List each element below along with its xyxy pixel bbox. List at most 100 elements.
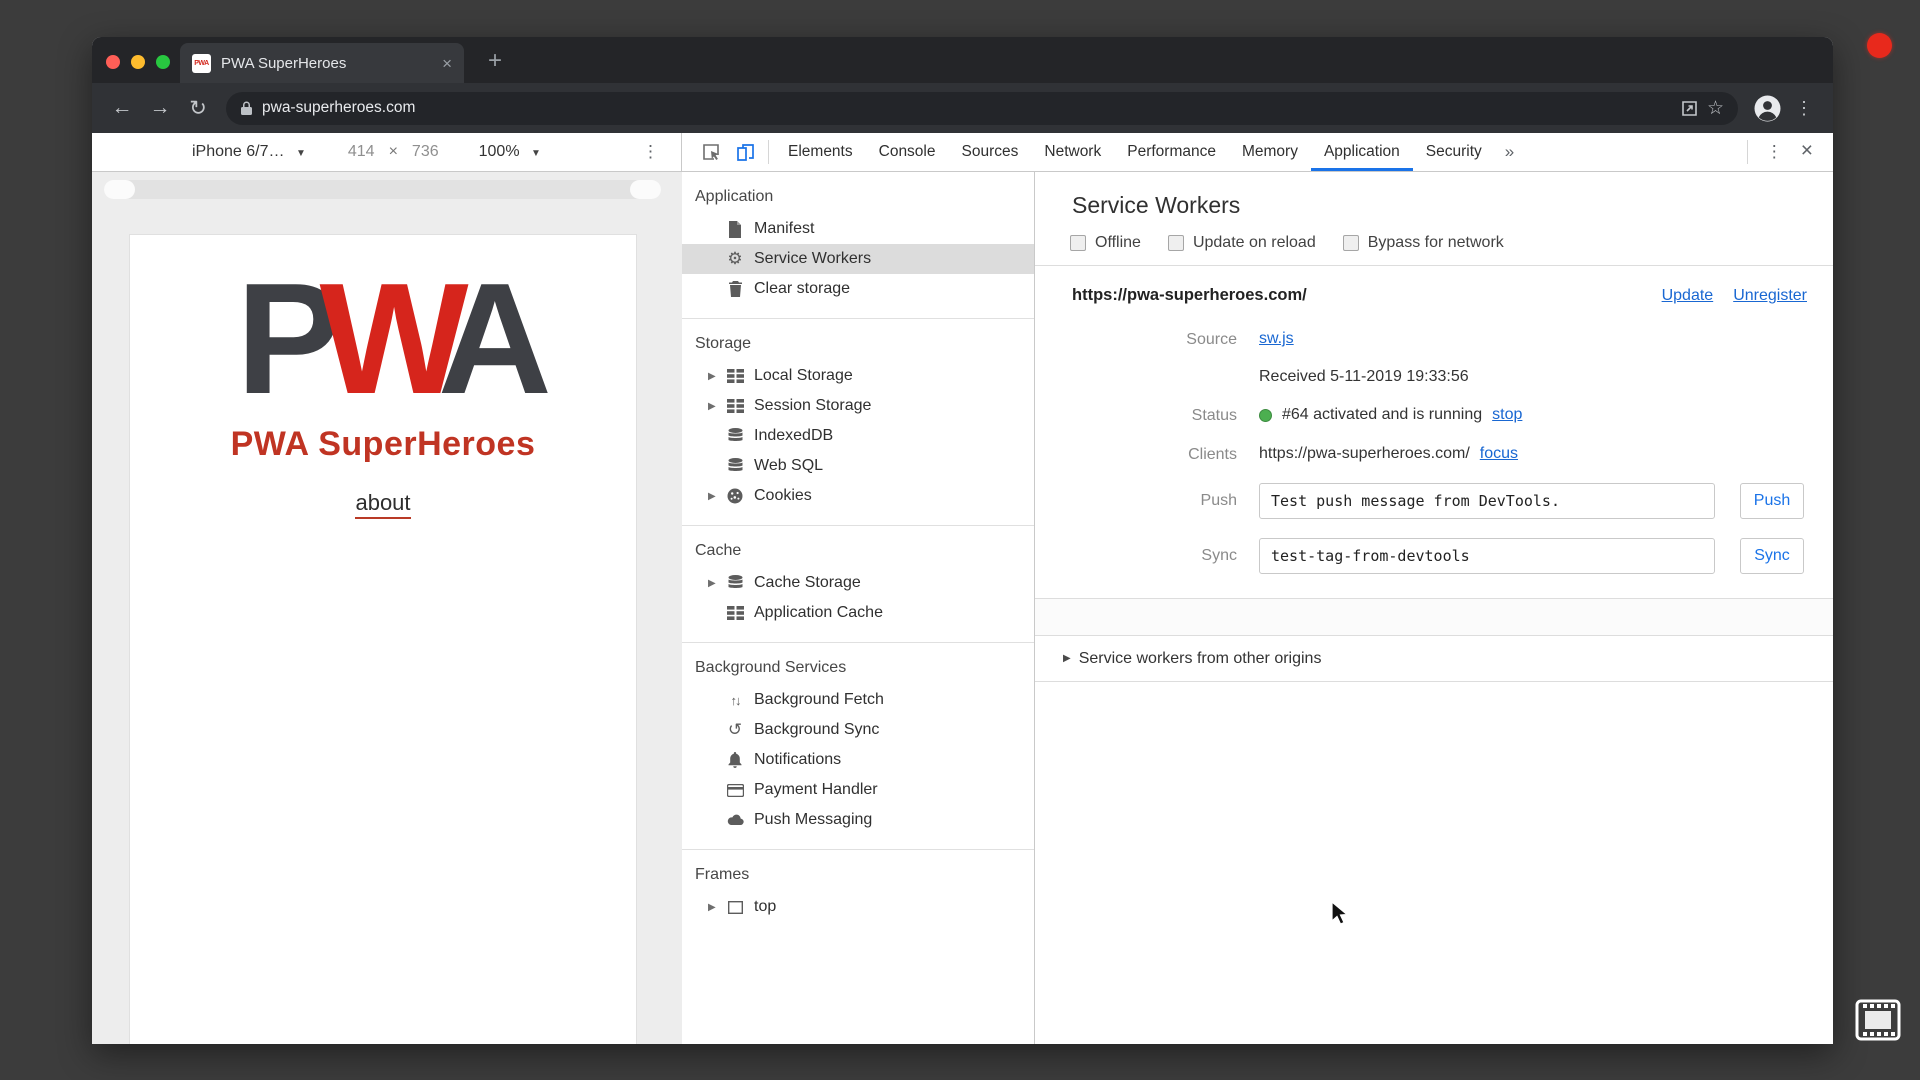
chevron-right-icon[interactable]: ▶	[708, 401, 725, 412]
tab-strip: PWA PWA SuperHeroes × +	[92, 37, 1833, 83]
section-title: Storage	[695, 335, 752, 352]
tab-security[interactable]: Security	[1413, 133, 1495, 171]
device-toolbar-toggle-icon[interactable]	[728, 138, 762, 166]
device-toolbar: iPhone 6/7… ▼ 414 × 736 100% ▼ ⋮	[92, 133, 682, 171]
traffic-lights	[106, 55, 170, 69]
push-message-input[interactable]	[1259, 483, 1715, 519]
sidebar-item-indexeddb[interactable]: IndexedDB	[682, 421, 1034, 451]
sync-button[interactable]: Sync	[1740, 538, 1804, 574]
device-height-field[interactable]: 736	[412, 143, 439, 161]
device-select[interactable]: iPhone 6/7… ▼	[192, 143, 306, 161]
devtools-tab-bar: Elements Console Sources Network Perform…	[682, 133, 1833, 171]
sidebar-item-notifications[interactable]: Notifications	[682, 745, 1034, 775]
sw-origin: https://pwa-superheroes.com/	[1072, 286, 1307, 304]
sidebar-item-session-storage[interactable]: ▶ Session Storage	[682, 391, 1034, 421]
device-toolbar-menu-icon[interactable]: ⋮	[642, 142, 659, 162]
offline-checkbox[interactable]	[1070, 235, 1086, 251]
zoom-window-button[interactable]	[156, 55, 170, 69]
table-icon	[725, 603, 745, 623]
document-icon	[725, 219, 745, 239]
tab-memory[interactable]: Memory	[1229, 133, 1311, 171]
url-text[interactable]: pwa-superheroes.com	[262, 99, 1672, 117]
avatar[interactable]	[1754, 95, 1781, 122]
browser-menu-icon[interactable]: ⋮	[1795, 98, 1813, 119]
database-icon	[725, 573, 745, 593]
sidebar-item-payment-handler[interactable]: Payment Handler	[682, 775, 1034, 805]
minimize-window-button[interactable]	[131, 55, 145, 69]
bypass-for-network-checkbox-item[interactable]: Bypass for network	[1342, 234, 1504, 252]
unregister-link[interactable]: Unregister	[1733, 287, 1807, 305]
star-icon[interactable]: ☆	[1707, 97, 1724, 120]
new-tab-button[interactable]: +	[488, 49, 502, 73]
push-button[interactable]: Push	[1740, 483, 1804, 519]
update-on-reload-checkbox-item[interactable]: Update on reload	[1167, 234, 1316, 252]
chevron-right-icon[interactable]: ▶	[708, 371, 725, 382]
sidebar-item-cookies[interactable]: ▶ Cookies	[682, 481, 1034, 511]
chevron-right-icon[interactable]: ▶	[708, 902, 725, 913]
mouse-cursor	[1330, 900, 1352, 932]
devtools-menu-icon[interactable]: ⋮	[1754, 142, 1795, 162]
sidebar-item-web-sql[interactable]: Web SQL	[682, 451, 1034, 481]
service-workers-panel: Service Workers Offline Update on reload	[1035, 172, 1833, 1044]
tab-performance[interactable]: Performance	[1114, 133, 1229, 171]
reload-icon[interactable]: ↻	[182, 92, 214, 124]
sidebar-item-application-cache[interactable]: Application Cache	[682, 598, 1034, 628]
status-text: #64 activated and is running	[1282, 406, 1483, 423]
inspect-icon[interactable]	[694, 138, 728, 166]
sidebar-item-local-storage[interactable]: ▶ Local Storage	[682, 361, 1034, 391]
recording-indicator-dot	[1867, 33, 1892, 58]
sidebar-section-frames: Frames ▶ top	[682, 849, 1034, 936]
tab-favicon: PWA	[192, 53, 211, 73]
close-tab-icon[interactable]: ×	[442, 55, 452, 72]
chevron-right-icon[interactable]: ▶	[1063, 653, 1071, 664]
sidebar-item-push-messaging[interactable]: Push Messaging	[682, 805, 1034, 835]
tab-sources[interactable]: Sources	[949, 133, 1032, 171]
sidebar-item-top-frame[interactable]: ▶ top	[682, 892, 1034, 922]
chevron-right-icon[interactable]: ▶	[708, 491, 725, 502]
sidebar-item-clear-storage[interactable]: Clear storage	[682, 274, 1034, 304]
up-down-arrows-icon: ↑↓	[730, 692, 742, 708]
sidebar-section-background-services: Background Services ↑↓ Background Fetch …	[682, 642, 1034, 849]
lock-icon	[240, 100, 253, 116]
sidebar-item-background-fetch[interactable]: ↑↓ Background Fetch	[682, 685, 1034, 715]
update-link[interactable]: Update	[1662, 287, 1714, 305]
sync-label: Sync	[1201, 547, 1237, 564]
gear-icon: ⚙	[727, 249, 743, 268]
tab-application[interactable]: Application	[1310, 133, 1413, 171]
sync-tag-input[interactable]	[1259, 538, 1715, 574]
close-window-button[interactable]	[106, 55, 120, 69]
open-in-window-icon[interactable]	[1681, 100, 1698, 117]
about-link[interactable]: about	[355, 490, 411, 519]
sidebar-item-cache-storage[interactable]: ▶ Cache Storage	[682, 568, 1034, 598]
tab-network[interactable]: Network	[1031, 133, 1114, 171]
focus-link[interactable]: focus	[1480, 445, 1518, 463]
other-origins-section[interactable]: ▶ Service workers from other origins	[1035, 636, 1833, 682]
stop-link[interactable]: stop	[1492, 406, 1522, 424]
sidebar-item-service-workers[interactable]: ⚙ Service Workers	[682, 244, 1034, 274]
database-icon	[725, 426, 745, 446]
sidebar-item-manifest[interactable]: Manifest	[682, 214, 1034, 244]
tab-elements[interactable]: Elements	[775, 133, 866, 171]
tab-title: PWA SuperHeroes	[221, 54, 347, 72]
zoom-select[interactable]: 100% ▼	[479, 143, 541, 161]
offline-checkbox-item[interactable]: Offline	[1070, 234, 1141, 252]
scrollbar-thumb[interactable]	[630, 180, 661, 199]
browser-tab[interactable]: PWA PWA SuperHeroes ×	[180, 43, 464, 83]
horizontal-scrollbar[interactable]	[104, 180, 661, 199]
chevron-right-icon[interactable]: ▶	[708, 578, 725, 589]
forward-icon[interactable]: →	[144, 92, 176, 124]
more-tabs-icon[interactable]: »	[1495, 142, 1524, 162]
address-bar[interactable]: pwa-superheroes.com ☆	[226, 91, 1738, 125]
device-width-field[interactable]: 414	[348, 143, 375, 161]
update-on-reload-checkbox[interactable]	[1167, 235, 1184, 251]
scrollbar-thumb[interactable]	[104, 180, 135, 199]
back-icon[interactable]: ←	[106, 92, 138, 124]
status-label: Status	[1191, 407, 1237, 424]
sidebar-item-background-sync[interactable]: ↺ Background Sync	[682, 715, 1034, 745]
status-dot	[1259, 408, 1272, 422]
tab-console[interactable]: Console	[866, 133, 949, 171]
bypass-for-network-checkbox[interactable]	[1342, 235, 1359, 251]
source-file-link[interactable]: sw.js	[1259, 330, 1294, 348]
close-devtools-icon[interactable]: ×	[1795, 139, 1819, 165]
sync-icon: ↺	[727, 720, 743, 739]
